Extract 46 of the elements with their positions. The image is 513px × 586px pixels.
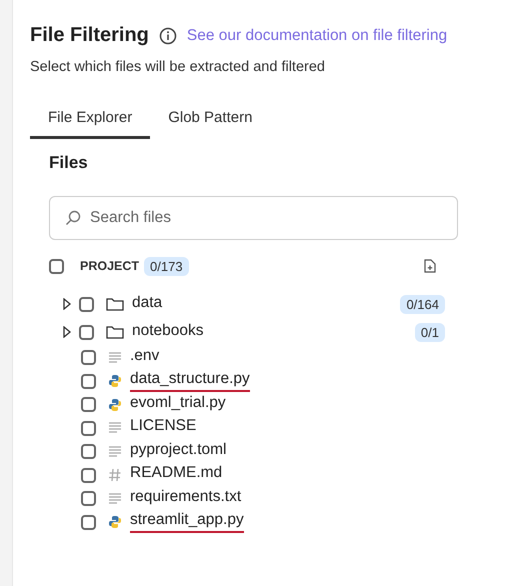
- count-badge: 0/164: [400, 294, 445, 314]
- checkbox[interactable]: [81, 491, 96, 506]
- file-name[interactable]: requirements.txt: [130, 488, 242, 510]
- files-heading: Files: [49, 153, 89, 173]
- file-name[interactable]: streamlit_app.py: [130, 511, 244, 534]
- checkbox[interactable]: [79, 296, 94, 312]
- search-field[interactable]: Search files: [49, 196, 458, 240]
- file-name[interactable]: README.md: [130, 464, 222, 486]
- python-icon: [108, 515, 122, 530]
- checkbox[interactable]: [81, 444, 96, 460]
- info-icon[interactable]: [158, 26, 177, 44]
- checkbox[interactable]: [81, 397, 96, 412]
- text-file-icon: [108, 421, 122, 436]
- count-badge: 0/1: [414, 322, 445, 342]
- expand-arrow-icon[interactable]: [62, 298, 71, 310]
- section-title: File Filtering: [30, 24, 149, 47]
- section-subtitle: Select which files will be extracted and filtered: [30, 59, 326, 75]
- tab[interactable]: Glob Pattern: [150, 103, 270, 139]
- file-name[interactable]: evoml_trial.py: [130, 394, 226, 416]
- file-name[interactable]: .env: [130, 346, 160, 369]
- text-file-icon: [108, 444, 122, 459]
- file-name[interactable]: data: [132, 294, 162, 314]
- hash-icon: [108, 468, 122, 482]
- folder-icon: [106, 325, 124, 339]
- documentation-link[interactable]: See our documentation on file filtering: [186, 26, 448, 44]
- count-badge: 0/173: [144, 256, 189, 276]
- python-icon: [108, 398, 122, 412]
- checkbox[interactable]: [81, 420, 96, 436]
- tab[interactable]: File Explorer: [30, 103, 150, 139]
- checkbox[interactable]: [81, 374, 96, 389]
- checkbox[interactable]: [81, 468, 96, 483]
- checkbox[interactable]: [81, 350, 96, 366]
- checkbox[interactable]: [81, 514, 96, 530]
- expand-arrow-icon[interactable]: [62, 326, 71, 338]
- text-file-icon: [108, 350, 122, 365]
- project-label: PROJECT: [80, 259, 140, 273]
- checkbox[interactable]: [79, 324, 94, 340]
- file-name[interactable]: LICENSE: [130, 417, 196, 440]
- file-name[interactable]: data_structure.py: [130, 370, 250, 392]
- file-name[interactable]: notebooks: [132, 322, 204, 342]
- text-file-icon: [108, 492, 122, 506]
- add-file-icon[interactable]: [424, 259, 436, 273]
- file-name[interactable]: pyproject.toml: [130, 440, 226, 463]
- python-icon: [108, 374, 122, 388]
- folder-icon: [106, 297, 124, 311]
- checkbox[interactable]: [49, 258, 64, 274]
